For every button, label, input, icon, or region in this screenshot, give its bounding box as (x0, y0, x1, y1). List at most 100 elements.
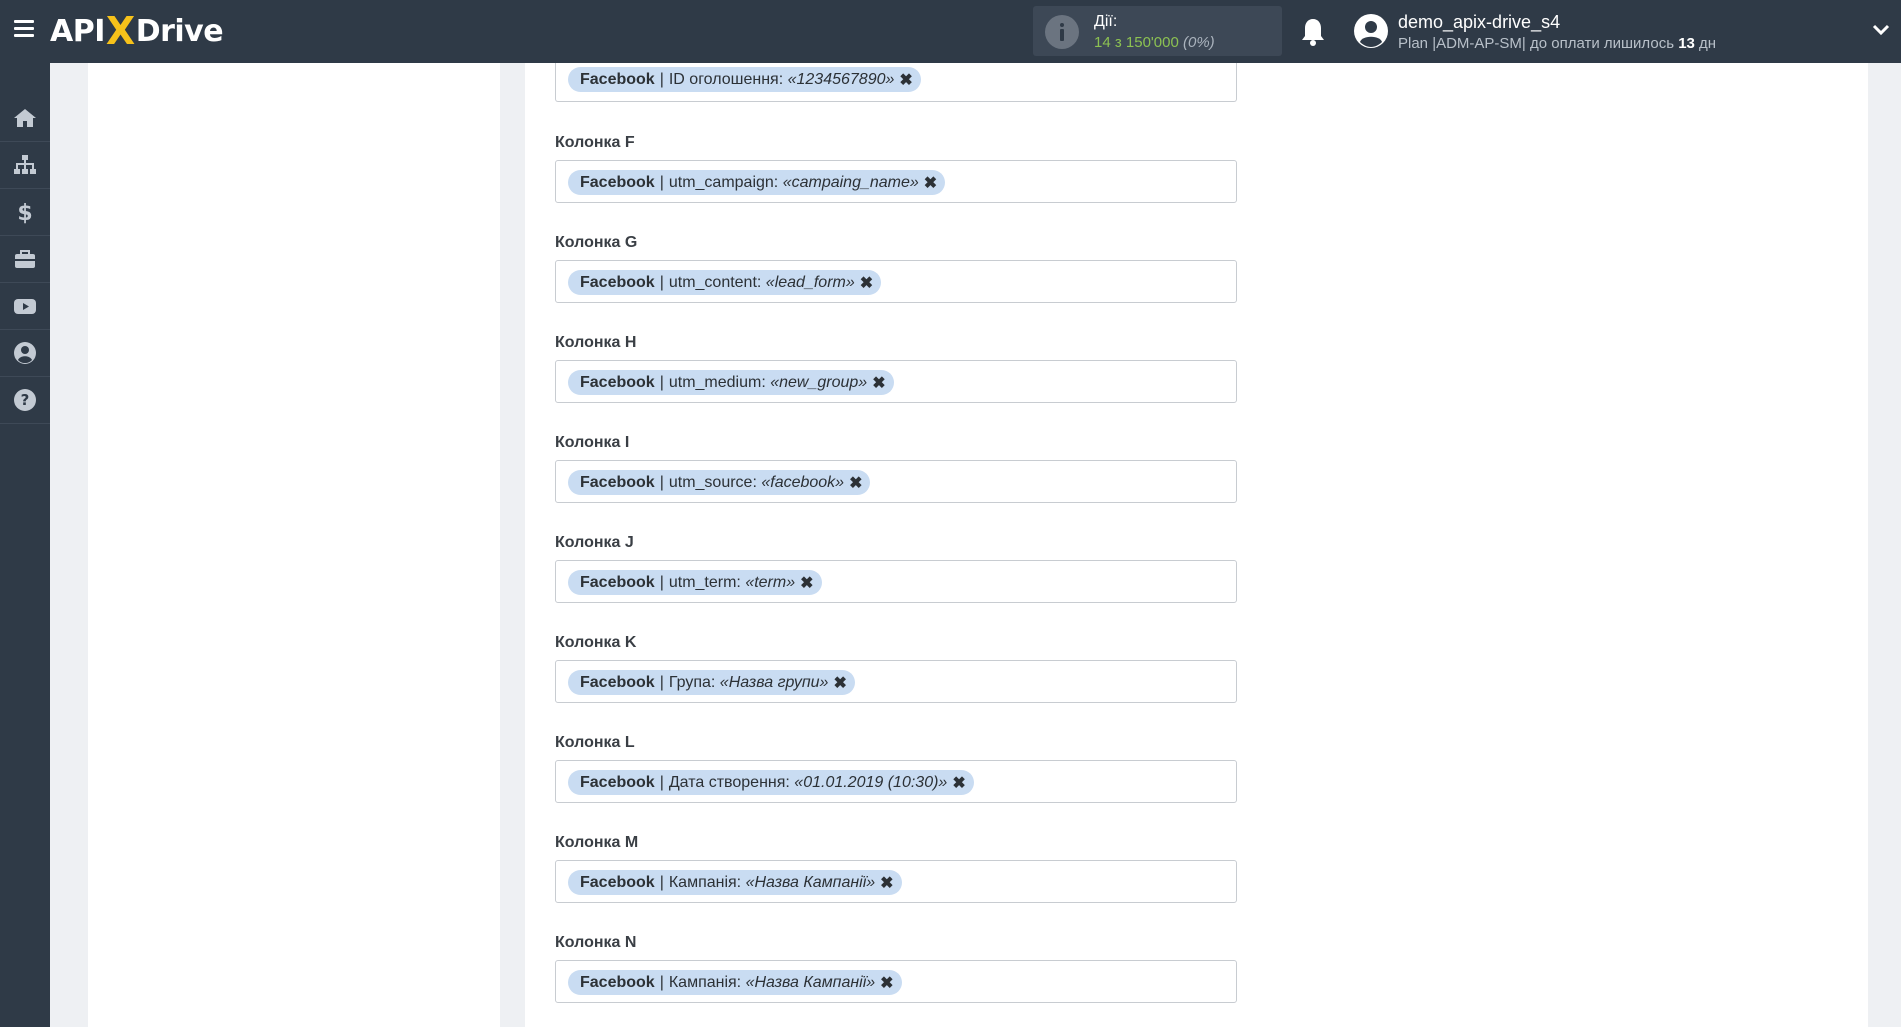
field-input[interactable]: Facebook | Група: «Назва групи» ✖ (555, 660, 1237, 703)
tag-separator: | (659, 973, 664, 991)
tag-separator: | (659, 873, 664, 891)
tag-source: Facebook (580, 373, 655, 391)
tag-field: utm_medium: (668, 373, 766, 391)
field-input[interactable]: Facebook | utm_content: «lead_form» ✖ (555, 260, 1237, 303)
tag-separator: | (659, 673, 664, 691)
tag-value: «term» (745, 573, 796, 591)
sidebar-item-profile[interactable] (0, 330, 50, 377)
remove-tag-icon[interactable]: ✖ (833, 673, 846, 693)
tag-source: Facebook (580, 573, 655, 591)
plan-days: 13 (1678, 35, 1695, 52)
field-tag: Facebook | Група: «Назва групи» ✖ (568, 670, 855, 695)
field-label: Колонка G (555, 234, 638, 251)
svg-text:?: ? (21, 391, 30, 409)
field-label: Колонка H (555, 334, 637, 351)
tag-value: «new_group» (770, 373, 868, 391)
actions-counter: Дії: 14 з 150'000 (0%) (1033, 6, 1282, 56)
field-input[interactable]: Facebook | utm_campaign: «campaing_name» ✖ (555, 160, 1237, 203)
tag-separator: | (659, 473, 664, 491)
tag-source: Facebook (580, 273, 655, 291)
dollar-icon: $ (17, 201, 32, 224)
home-icon (14, 109, 36, 127)
field-input[interactable]: Facebook | Дата створення: «01.01.2019 (10… (555, 760, 1237, 803)
field-input[interactable]: Facebook | utm_medium: «new_group» ✖ (555, 360, 1237, 403)
plan-suffix: дн (1699, 35, 1717, 52)
tag-separator: | (659, 70, 664, 88)
apixdrive-logo[interactable]: API X Drive (50, 9, 224, 53)
field-label: Колонка F (555, 134, 635, 151)
field-tag: Facebook | Кампанія: «Назва Кампанії» ✖ (568, 970, 902, 995)
tag-field: utm_content: (668, 273, 762, 291)
field-tag: Facebook | utm_campaign: «campaing_name» ✖ (568, 170, 946, 195)
sidebar-item-services[interactable] (0, 236, 50, 283)
tag-separator: | (659, 573, 664, 591)
tag-source: Facebook (580, 70, 655, 88)
field-label: Колонка I (555, 434, 630, 451)
field-input[interactable]: Facebook | utm_term: «term» ✖ (555, 560, 1237, 603)
tag-field: Група: (668, 673, 716, 691)
field-label: Колонка J (555, 534, 634, 551)
menu-icon[interactable] (14, 20, 34, 38)
sitemap-icon (14, 155, 36, 174)
field-tag: Facebook | utm_content: «lead_form» ✖ (568, 270, 882, 295)
tag-source: Facebook (580, 473, 655, 491)
user-icon[interactable] (1353, 13, 1389, 49)
tag-separator: | (659, 773, 664, 791)
field-input[interactable]: Facebook | Кампанія: «Назва Кампанії» ✖ (555, 860, 1237, 903)
sidebar-item-billing[interactable]: $ (0, 189, 50, 236)
remove-tag-icon[interactable]: ✖ (800, 573, 813, 593)
remove-tag-icon[interactable]: ✖ (860, 273, 873, 293)
tag-value: «facebook» (761, 473, 845, 491)
tag-value: «lead_form» (765, 273, 855, 291)
top-bar: API X Drive Дії: 14 з 150'000 (0%) demo_ap… (0, 0, 1901, 63)
remove-tag-icon[interactable]: ✖ (849, 473, 862, 493)
remove-tag-icon[interactable]: ✖ (880, 873, 893, 893)
actions-value: 14 з 150'000 (0%) (1094, 34, 1215, 51)
field-tag: Facebook | utm_term: «term» ✖ (568, 570, 822, 595)
info-icon[interactable] (1045, 15, 1079, 49)
tag-field: utm_term: (668, 573, 741, 591)
field-tag: Facebook | Кампанія: «Назва Кампанії» ✖ (568, 870, 902, 895)
remove-tag-icon[interactable]: ✖ (880, 973, 893, 993)
logo-text-drive: Drive (135, 13, 224, 49)
tag-separator: | (659, 373, 664, 391)
field-tag: Facebook | Дата створення: «01.01.2019 (10… (568, 770, 974, 795)
field-label: Колонка K (555, 634, 637, 651)
field-input[interactable]: Facebook | ID оголошення: «1234567890» ✖ (555, 63, 1237, 102)
remove-tag-icon[interactable]: ✖ (872, 373, 885, 393)
field-input[interactable]: Facebook | utm_source: «facebook» ✖ (555, 460, 1237, 503)
field-input[interactable]: Facebook | Кампанія: «Назва Кампанії» ✖ (555, 960, 1237, 1003)
tag-field: Кампанія: (668, 873, 742, 891)
tag-value: «Назва Кампанії» (745, 973, 876, 991)
remove-tag-icon[interactable]: ✖ (952, 773, 965, 793)
username[interactable]: demo_apix-drive_s4 (1398, 12, 1560, 33)
tag-value: «Назва групи» (719, 673, 829, 691)
remove-tag-icon[interactable]: ✖ (924, 173, 937, 193)
bell-icon[interactable] (1300, 17, 1326, 47)
sidebar-item-connections[interactable] (0, 142, 50, 189)
tag-field: utm_campaign: (668, 173, 779, 191)
youtube-icon (14, 299, 36, 314)
remove-tag-icon[interactable]: ✖ (899, 70, 912, 90)
chevron-down-icon[interactable] (1872, 23, 1890, 37)
field-tag: Facebook | utm_source: «facebook» ✖ (568, 470, 871, 495)
briefcase-icon (15, 250, 35, 268)
logo-text-api: API (50, 13, 105, 49)
actions-label: Дії: (1094, 13, 1118, 30)
field-tag: Facebook | utm_medium: «new_group» ✖ (568, 370, 894, 395)
tag-separator: | (659, 173, 664, 191)
field-label: Колонка L (555, 734, 635, 751)
tag-source: Facebook (580, 873, 655, 891)
sidebar: $ ? (0, 63, 50, 1027)
tag-value: «campaing_name» (782, 173, 919, 191)
help-icon: ? (14, 389, 36, 411)
sidebar-item-video[interactable] (0, 283, 50, 330)
field-label: Колонка N (555, 934, 637, 951)
tag-source: Facebook (580, 673, 655, 691)
user-circle-icon (14, 342, 36, 364)
sidebar-item-home[interactable] (0, 95, 50, 142)
tag-field: Кампанія: (668, 973, 742, 991)
sidebar-item-help[interactable]: ? (0, 377, 50, 424)
tag-field: ID оголошення: (668, 70, 784, 88)
left-panel (88, 63, 500, 1027)
